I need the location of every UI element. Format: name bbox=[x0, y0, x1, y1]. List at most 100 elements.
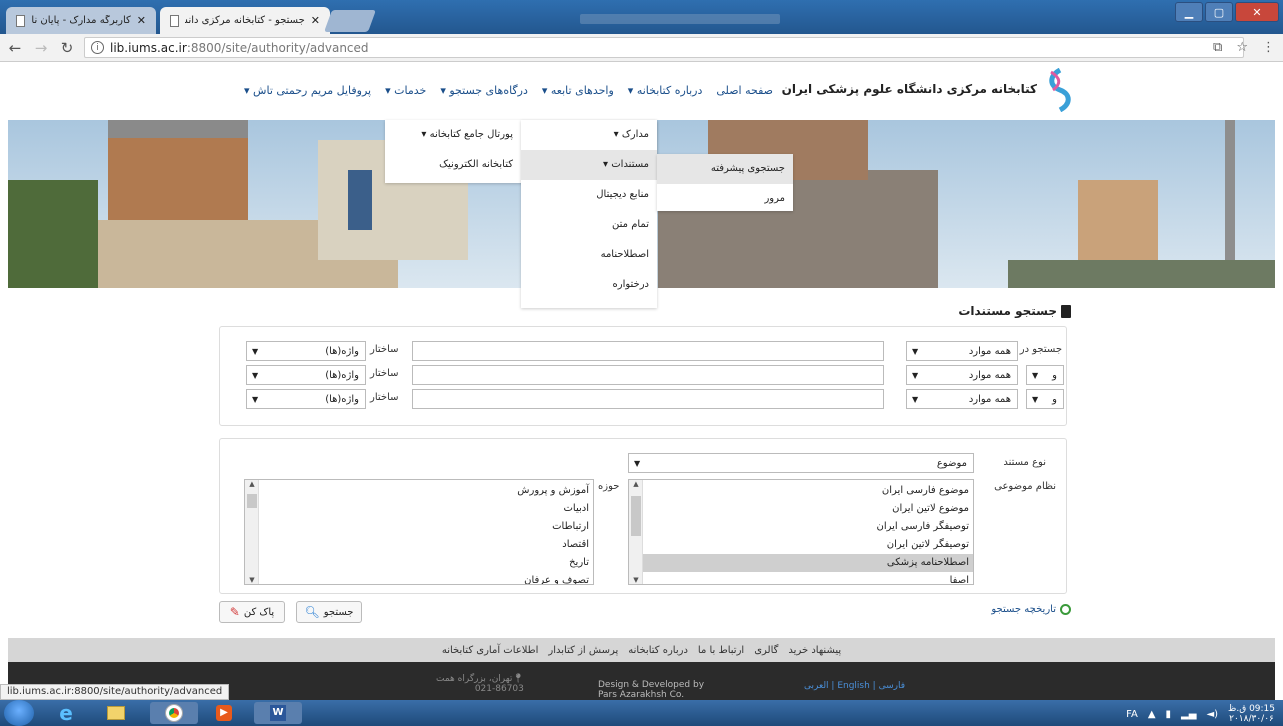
menu-kebab-icon[interactable]: ⋮ bbox=[1262, 40, 1275, 55]
network-icon[interactable]: ▮ bbox=[1166, 709, 1172, 720]
list-item[interactable]: ارتباطات bbox=[259, 518, 593, 536]
university-logo[interactable] bbox=[1045, 68, 1075, 112]
bookmark-star-icon[interactable]: ☆ bbox=[1236, 40, 1248, 55]
list-item[interactable]: اقتصاد bbox=[259, 536, 593, 554]
menu-documents[interactable]: مدارک ▾ bbox=[521, 120, 657, 150]
menu-advanced-search[interactable]: جستجوی پیشرفته bbox=[657, 154, 793, 184]
ie-icon[interactable]: e bbox=[42, 701, 90, 725]
footer-link[interactable]: گالری bbox=[754, 645, 778, 656]
chrome-icon[interactable] bbox=[150, 702, 198, 724]
structure-select-1[interactable]: واژه(ها) ▼ bbox=[246, 341, 366, 361]
minimize-icon[interactable]: ▁ bbox=[1175, 2, 1203, 22]
clock[interactable]: 09:15 ق.ظ ۲۰۱۸/۳۰/۰۶ bbox=[1228, 704, 1275, 724]
search-icon: 🔍︎ bbox=[304, 605, 320, 619]
scrollbar[interactable]: ▲ ▼ bbox=[245, 480, 259, 584]
list-item[interactable]: تاریخ bbox=[259, 554, 593, 572]
structure-select-3[interactable]: واژه(ها) ▼ bbox=[246, 389, 366, 409]
history-icon bbox=[1060, 604, 1071, 615]
search-input-3[interactable] bbox=[412, 389, 884, 409]
signal-icon[interactable]: ▂▄ bbox=[1181, 709, 1196, 720]
field-list[interactable]: ▲ ▼ آموزش و پرورش ادبیات ارتباطات اقتصاد … bbox=[244, 479, 594, 585]
menu-digital[interactable]: منابع دیجیتال bbox=[521, 180, 657, 210]
media-player-icon[interactable]: ▶ bbox=[200, 702, 248, 724]
site-header: کتابخانه مرکزی دانشگاه علوم پزشکی ایران … bbox=[0, 62, 1283, 120]
footer-link[interactable]: اطلاعات آماری کتابخانه bbox=[442, 645, 539, 656]
info-icon[interactable]: i bbox=[91, 41, 104, 54]
subject-system-list[interactable]: ▲ ▼ موضوع فارسی ایران موضوع لاتین ایران ت… bbox=[628, 479, 974, 585]
list-item[interactable]: اصفا bbox=[643, 572, 973, 584]
field-select-2[interactable]: همه موارد ▼ bbox=[906, 365, 1018, 385]
connector-select-3[interactable]: و ▼ bbox=[1026, 389, 1064, 409]
file-explorer-icon[interactable] bbox=[92, 702, 140, 724]
browser-tab-2[interactable]: جستجو - کتابخانه مرکزی دانشگاه ✕ bbox=[160, 7, 330, 34]
close-tab-icon[interactable]: ✕ bbox=[311, 14, 320, 27]
field-select-1[interactable]: همه موارد ▼ bbox=[906, 341, 1018, 361]
menu-elibrary[interactable]: کتابخانه الکترونیک bbox=[385, 150, 521, 180]
history-link-text: تاریخچه جستجو bbox=[991, 604, 1056, 615]
location-icon: 📍︎ bbox=[512, 674, 524, 684]
menu-authorities[interactable]: مستندات ▾ bbox=[521, 150, 657, 180]
page-icon bbox=[170, 14, 180, 27]
field-select-3[interactable]: همه موارد ▼ bbox=[906, 389, 1018, 409]
browser-tab-1[interactable]: کاربرگه مدارک - پایان نامه فارسی ✕ bbox=[6, 7, 156, 34]
list-item-selected[interactable]: اصطلاحنامه پزشکی bbox=[643, 554, 973, 572]
connector-select-2[interactable]: و ▼ bbox=[1026, 365, 1064, 385]
search-input-2[interactable] bbox=[412, 365, 884, 385]
url-path: :8800/site/authority/advanced bbox=[186, 40, 369, 55]
menu-thesaurus[interactable]: اصطلاحنامه bbox=[521, 240, 657, 270]
list-item[interactable]: تصوف و عرفان bbox=[259, 572, 593, 584]
close-tab-icon[interactable]: ✕ bbox=[137, 14, 146, 27]
nav-home[interactable]: صفحه اصلی bbox=[716, 84, 773, 97]
input-language[interactable]: FA bbox=[1126, 709, 1138, 720]
search-input-1[interactable] bbox=[412, 341, 884, 361]
nav-profile[interactable]: پروفایل مریم رحمتی تاش ▾ bbox=[244, 84, 371, 97]
menu-fulltext[interactable]: تمام متن bbox=[521, 210, 657, 240]
url-host: lib.iums.ac.ir bbox=[110, 40, 187, 55]
reload-icon[interactable]: ↻ bbox=[56, 39, 78, 57]
word-icon[interactable]: W bbox=[254, 702, 302, 724]
new-tab-button[interactable] bbox=[323, 10, 377, 32]
search-history-link[interactable]: تاریخچه جستجو bbox=[991, 604, 1071, 615]
structure-value: واژه(ها) bbox=[325, 393, 359, 405]
menu-tree[interactable]: درختواره bbox=[521, 270, 657, 300]
scrollbar[interactable]: ▲ ▼ bbox=[629, 480, 643, 584]
list-item[interactable]: توصیفگر فارسی ایران bbox=[643, 518, 973, 536]
connector-value: و bbox=[1052, 369, 1057, 381]
nav-search-portals[interactable]: درگاه‌های جستجو ▾ bbox=[440, 84, 528, 97]
menu-browse[interactable]: مرور bbox=[657, 184, 793, 214]
maximize-icon[interactable]: ▢ bbox=[1205, 2, 1233, 22]
nav-units[interactable]: واحدهای تابعه ▾ bbox=[542, 84, 614, 97]
structure-value: واژه(ها) bbox=[325, 369, 359, 381]
language-switcher[interactable]: فارسی | English | العربی bbox=[804, 681, 905, 691]
nav-services[interactable]: خدمات ▾ bbox=[385, 84, 426, 97]
list-item[interactable]: توصیفگر لاتین ایران bbox=[643, 536, 973, 554]
structure-label: ساختار bbox=[370, 392, 399, 403]
doc-type-select[interactable]: موضوع ▼ bbox=[628, 453, 974, 473]
window-title-blur bbox=[580, 14, 780, 24]
tray-expand-icon[interactable]: ▲ bbox=[1148, 709, 1156, 720]
footer-link[interactable]: پیشنهاد خرید bbox=[788, 645, 841, 656]
list-item[interactable]: موضوع فارسی ایران bbox=[643, 482, 973, 500]
start-button[interactable] bbox=[4, 700, 34, 726]
forward-icon[interactable]: → bbox=[30, 39, 52, 57]
site-title[interactable]: کتابخانه مرکزی دانشگاه علوم پزشکی ایران bbox=[782, 82, 1037, 96]
footer-link[interactable]: درباره کتابخانه bbox=[628, 645, 688, 656]
structure-select-2[interactable]: واژه(ها) ▼ bbox=[246, 365, 366, 385]
footer-link[interactable]: ارتباط با ما bbox=[698, 645, 744, 656]
search-portals-menu: مدارک ▾ مستندات ▾ منابع دیجیتال تمام متن… bbox=[521, 120, 657, 308]
nav-about[interactable]: درباره کتابخانه ▾ bbox=[628, 84, 703, 97]
list-item[interactable]: آموزش و پرورش bbox=[259, 482, 593, 500]
search-button[interactable]: جستجو 🔍︎ bbox=[296, 601, 362, 623]
clear-button[interactable]: پاک کن ✎ bbox=[219, 601, 285, 623]
list-item[interactable]: موضوع لاتین ایران bbox=[643, 500, 973, 518]
translate-icon[interactable]: ⧉ bbox=[1213, 40, 1222, 55]
list-item[interactable]: ادبیات bbox=[259, 500, 593, 518]
back-icon[interactable]: ← bbox=[4, 39, 26, 57]
footer-address: 📍︎تهران، بزرگراه همت 021-86703 bbox=[436, 674, 524, 694]
address-text: تهران، بزرگراه همت bbox=[436, 674, 513, 684]
volume-icon[interactable]: ◄) bbox=[1206, 709, 1218, 720]
footer-link[interactable]: پرسش از کتابدار bbox=[548, 645, 618, 656]
url-bar[interactable]: i lib.iums.ac.ir:8800/site/authority/adv… bbox=[84, 37, 1244, 58]
menu-portal[interactable]: پورتال جامع کتابخانه ▾ bbox=[385, 120, 521, 150]
close-window-icon[interactable]: ✕ bbox=[1235, 2, 1279, 22]
